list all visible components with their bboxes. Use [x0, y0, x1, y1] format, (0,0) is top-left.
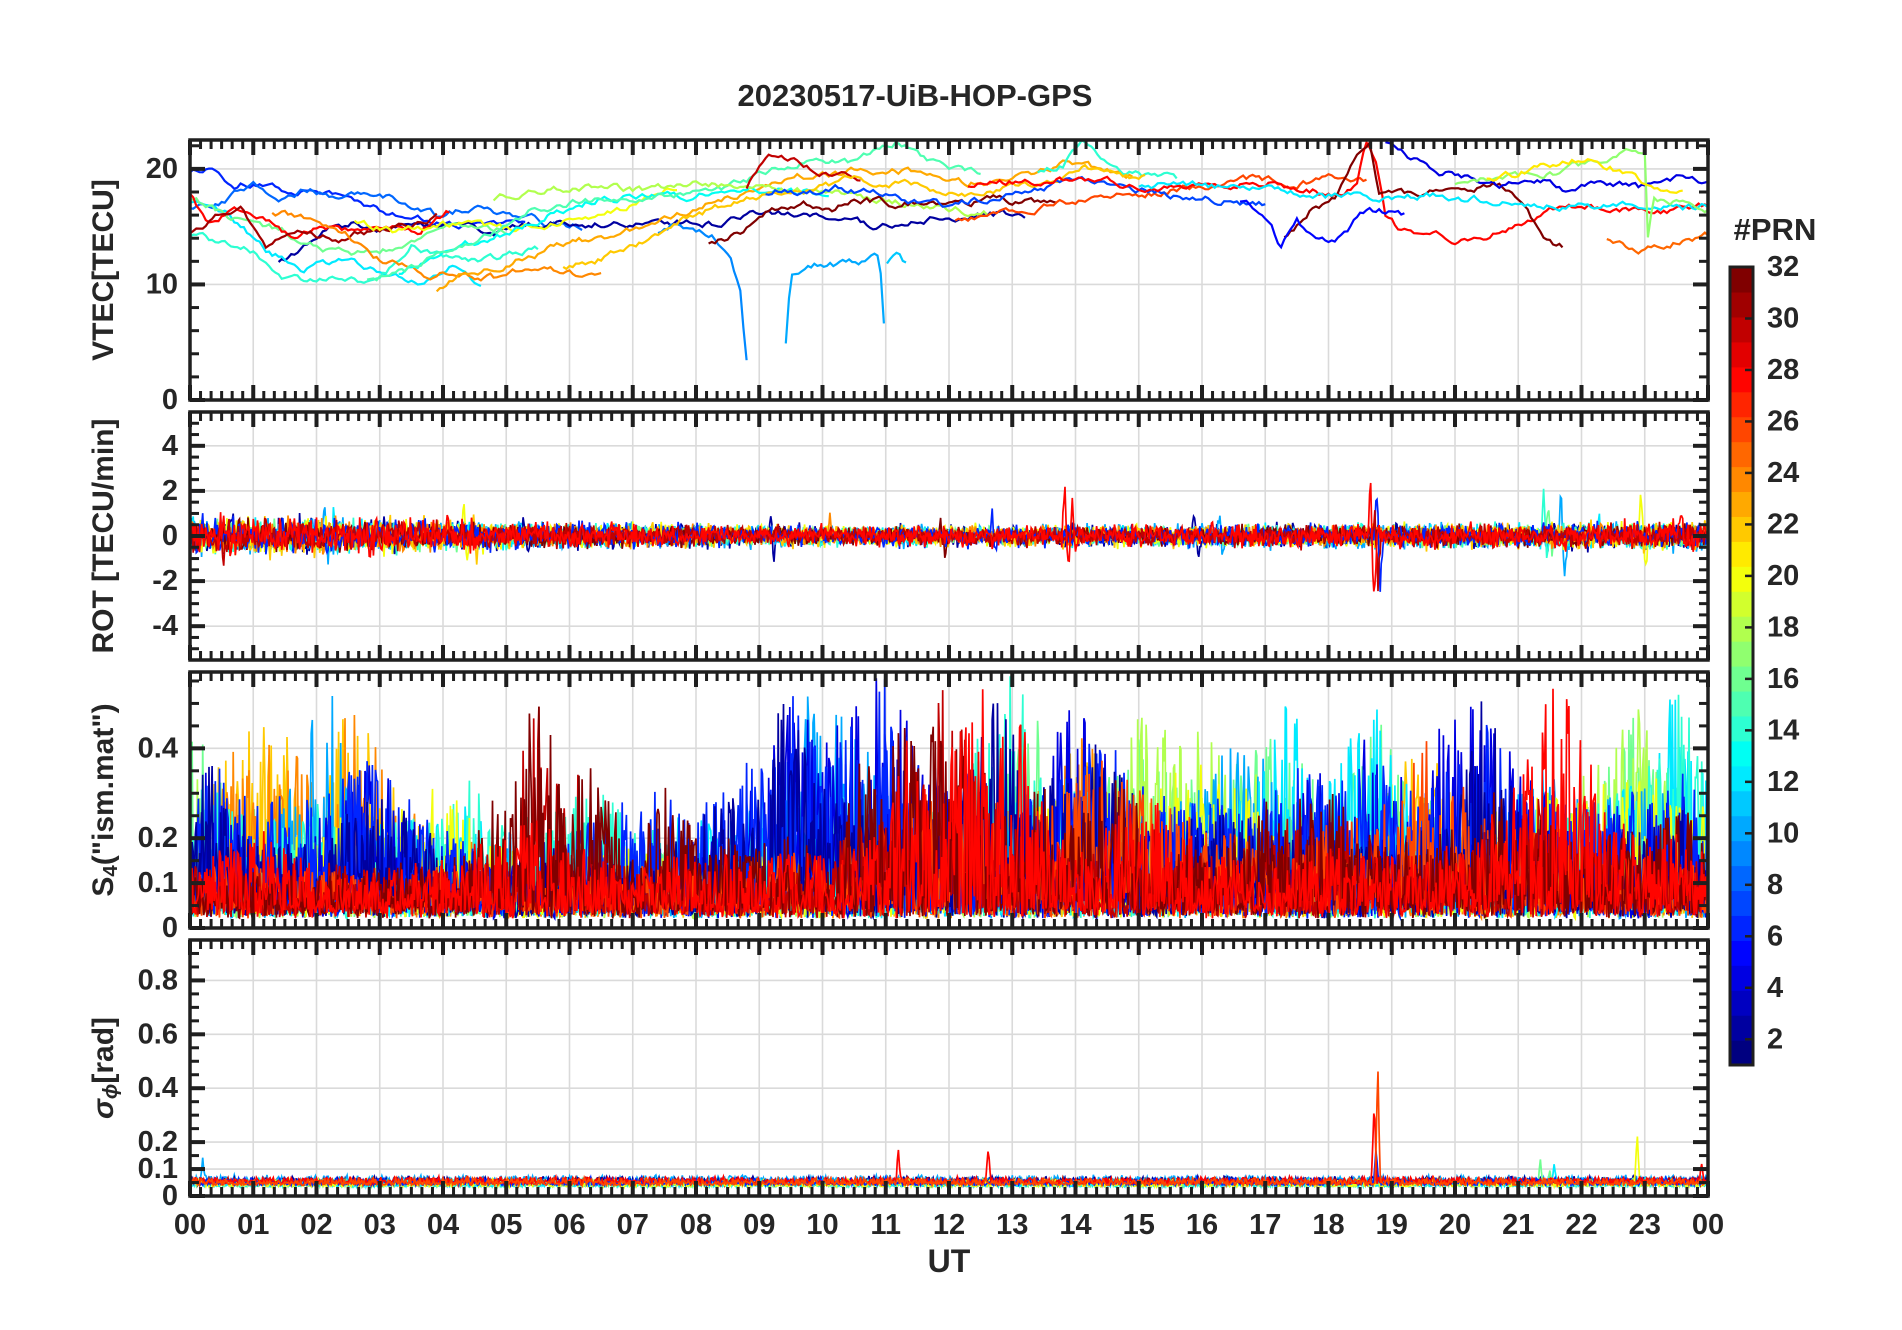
panel-s4: 0 0.1 0.2 0.4: [138, 670, 1710, 944]
colorbar-tick-label: 4: [1767, 972, 1783, 1004]
vtec-series-prn-12: [1138, 179, 1708, 213]
x-tick-label: 16: [1186, 1209, 1218, 1241]
vtec-series-prn-23: [435, 159, 1133, 293]
x-tick-label: 21: [1502, 1209, 1534, 1241]
colorbar-tick-label: 16: [1767, 663, 1799, 695]
x-tick-label: 14: [1059, 1209, 1091, 1241]
colorbar-tick-label: 20: [1767, 560, 1799, 592]
x-axis-label: UT: [927, 1243, 971, 1279]
y-tick-label-sigma-phi: 0.8: [138, 964, 178, 996]
y-tick-label-vtec: 20: [146, 153, 178, 185]
colorbar-tick-label: 28: [1767, 354, 1799, 386]
vtec-series-prn-4: [1385, 141, 1708, 193]
y-tick-label-rot: -2: [152, 565, 178, 597]
vtec-series-prn-10: [784, 252, 885, 344]
s4-units: ("ism.mat"): [87, 703, 120, 866]
x-tick-label: 02: [300, 1209, 332, 1241]
y-tick-label-vtec: 0: [162, 384, 178, 416]
vtec-series-prn-11: [886, 251, 907, 265]
colorbar-tick-label: 6: [1767, 920, 1783, 952]
x-tick-label: 03: [364, 1209, 396, 1241]
panel-sigma-phi: 00.10.20.40.60.8: [138, 938, 1710, 1212]
x-tick-label: 09: [743, 1209, 775, 1241]
y-tick-label-vtec: 10: [146, 268, 178, 300]
page-title: 20230517-UiB-HOP-GPS: [737, 78, 1093, 113]
y-tick-label-s4: 0: [162, 912, 178, 944]
colorbar-tick-label: 18: [1767, 611, 1799, 643]
x-tick-label: 20: [1439, 1209, 1471, 1241]
colorbar-tick-label: 22: [1767, 508, 1799, 540]
sigma-symbol: σ: [87, 1099, 120, 1120]
y-tick-label-sigma-phi: 0.2: [138, 1126, 178, 1158]
colorbar-tick-label: 2: [1767, 1023, 1783, 1055]
x-tick-label: 17: [1249, 1209, 1281, 1241]
x-tick-label: 23: [1629, 1209, 1661, 1241]
colorbar-tick-label: 24: [1767, 457, 1799, 489]
phi-subscript: ϕ: [99, 1083, 122, 1100]
chart-canvas: 01020-4-202400.10.20.400.10.20.40.60.800…: [138, 138, 1799, 1241]
y-tick-label-rot: 2: [162, 475, 178, 507]
x-tick-label: 07: [617, 1209, 649, 1241]
x-tick-label: 13: [996, 1209, 1028, 1241]
colorbar-tick-label: 8: [1767, 869, 1783, 901]
x-tick-label: 00: [1692, 1209, 1724, 1241]
vtec-series-prn-28: [190, 192, 450, 240]
y-tick-label-rot: -4: [152, 610, 178, 642]
y-tick-label-s4: 0.4: [138, 732, 178, 764]
vtec-series-prn-25: [1606, 231, 1708, 255]
x-tick-label: 10: [806, 1209, 838, 1241]
x-tick-label: 04: [427, 1209, 459, 1241]
colorbar-tick-label: 10: [1767, 817, 1799, 849]
vtec-series-prn-32: [708, 193, 1057, 245]
x-tick-label: 06: [553, 1209, 585, 1241]
y-tick-label-rot: 0: [162, 520, 178, 552]
y-tick-label-sigma-phi: 0.6: [138, 1018, 178, 1050]
x-tick-label: 19: [1376, 1209, 1408, 1241]
vtec-series-prn-9: [657, 222, 748, 361]
colorbar-tick-label: 26: [1767, 405, 1799, 437]
colorbar-tick-label: 32: [1767, 251, 1799, 283]
gridlines: [190, 940, 1708, 1196]
panel-rot: -4 -2 0 2 4: [152, 410, 1710, 662]
panel-vtec: 0 10 20: [146, 138, 1710, 416]
y-tick-label-rot: 4: [162, 430, 178, 462]
x-tick-label: 00: [174, 1209, 206, 1241]
x-tick-label: 01: [237, 1209, 269, 1241]
colorbar-label: #PRN: [1733, 212, 1817, 247]
y-tick-label-s4: 0.2: [138, 822, 178, 854]
x-tick-label: 18: [1312, 1209, 1344, 1241]
sigma-units: [rad]: [87, 1016, 120, 1084]
x-tick-label: 12: [933, 1209, 965, 1241]
vtec-series-prn-12: [190, 200, 482, 288]
colorbar-tick-label: 30: [1767, 302, 1799, 334]
y-tick-label-sigma-phi: 0.4: [138, 1072, 178, 1104]
y-tick-label-s4: 0.1: [138, 867, 178, 899]
y-axis-label-sigmaphi: σ ϕ [rad]: [83, 858, 125, 1278]
colorbar: 2468101214161820222426283032: [1728, 251, 1799, 1067]
x-tick-label: 08: [680, 1209, 712, 1241]
colorbar-tick-label: 12: [1767, 766, 1799, 798]
x-tick-label: 11: [870, 1209, 901, 1241]
x-tick-label: 15: [1123, 1209, 1155, 1241]
x-tick-label: 22: [1565, 1209, 1597, 1241]
colorbar-tick-label: 14: [1767, 714, 1799, 746]
x-tick-label: 05: [490, 1209, 522, 1241]
scintillation-figure: 0 10 20 -4 -2 0 2 4 0 0.1 0.2 0.4 0 0.1 0.2 0.4 0.6 0.8 00…: [0, 0, 1902, 1330]
